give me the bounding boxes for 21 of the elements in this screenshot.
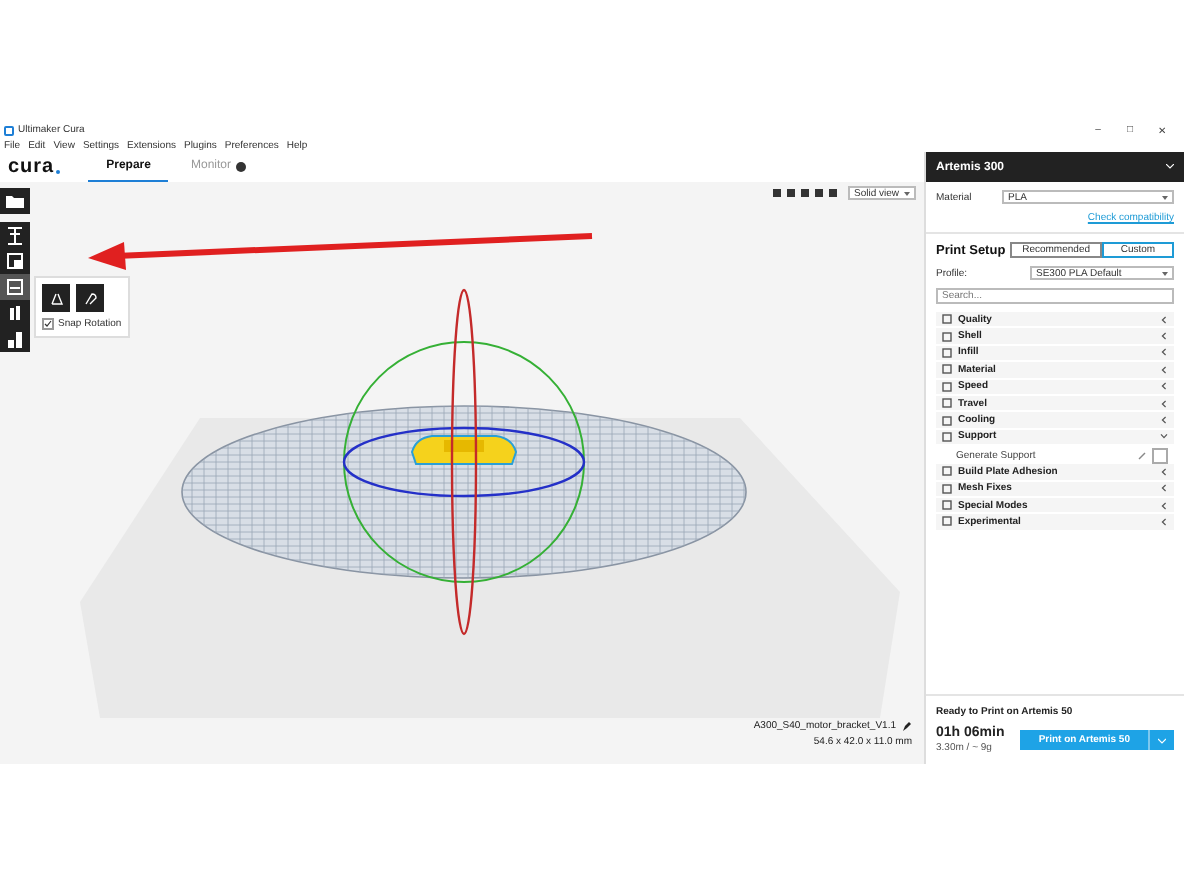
tool-button[interactable]: [0, 300, 30, 326]
open-tool-icon: [4, 190, 26, 212]
chevron-icon: [1166, 164, 1174, 170]
lay-flat-button[interactable]: [76, 284, 104, 312]
checkmark-icon: [44, 320, 52, 328]
caret-icon: [1162, 195, 1168, 199]
caret-icon: [1162, 271, 1168, 275]
caret-icon: [904, 191, 910, 195]
app-icon: [4, 125, 14, 135]
reset-rotation-button[interactable]: [42, 284, 70, 312]
tool-button[interactable]: [0, 188, 30, 214]
logo: cura: [8, 157, 55, 177]
chevron-icon: [1158, 737, 1166, 743]
pencil-icon[interactable]: [902, 721, 912, 731]
checkbox[interactable]: [1152, 447, 1168, 464]
info-icon: [235, 161, 245, 171]
tool-button[interactable]: [0, 274, 30, 300]
tool-button[interactable]: [0, 326, 30, 352]
tool-button[interactable]: [0, 222, 30, 248]
checkbox[interactable]: [42, 318, 54, 330]
tool-button[interactable]: [0, 248, 30, 274]
